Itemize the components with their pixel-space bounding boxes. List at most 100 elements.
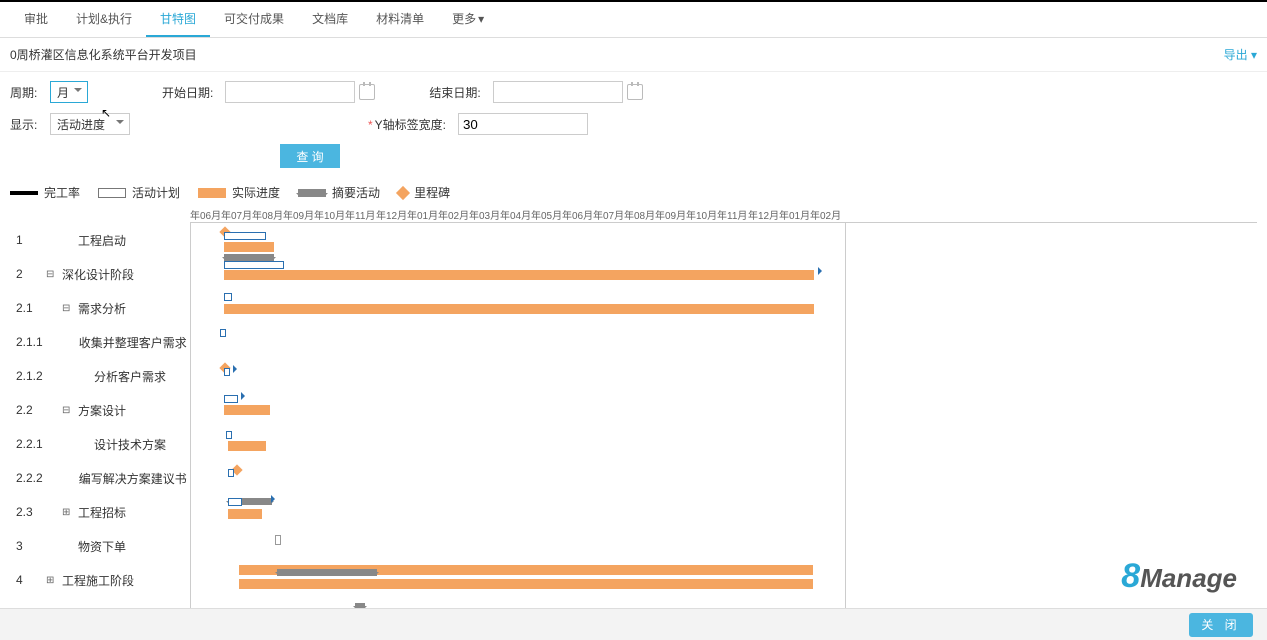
tab-deliverable[interactable]: 可交付成果 — [210, 1, 298, 37]
row-number: 2 — [10, 267, 46, 281]
plot-row — [191, 325, 845, 359]
bar-actual — [239, 579, 813, 589]
bar-plan — [224, 261, 284, 269]
plot-row — [191, 563, 845, 597]
tab-more[interactable]: 更多▾ — [438, 1, 498, 37]
plot-row — [191, 393, 845, 427]
export-link[interactable]: 导出 ▾ — [1224, 38, 1257, 72]
bar-plan — [228, 498, 242, 506]
legend-completion: 完工率 — [44, 184, 80, 201]
tab-materials[interactable]: 材料清单 — [362, 1, 438, 37]
arrow-icon — [233, 365, 241, 373]
timeline-tick: 年04月 — [500, 207, 531, 222]
plot-row — [191, 223, 845, 257]
logo-rest: Manage — [1140, 563, 1237, 593]
plot-row — [191, 495, 845, 529]
legend-plan: 活动计划 — [132, 184, 180, 201]
expand-icon[interactable]: ⊞ — [62, 507, 74, 518]
timeline-tick: 年11月 — [717, 207, 748, 222]
collapse-icon[interactable]: ⊟ — [46, 269, 58, 280]
row-label: 需求分析 — [74, 300, 134, 317]
bar-actual — [224, 304, 814, 314]
period-label: 周期: — [10, 84, 38, 101]
row-number: 2.2.1 — [10, 437, 46, 451]
timeline-tick: 年11月 — [345, 207, 376, 222]
row-label: 工程施工阶段 — [58, 572, 142, 589]
legend-completion-icon — [10, 191, 38, 195]
close-button[interactable]: 关 闭 — [1189, 613, 1253, 637]
display-select[interactable]: 活动进度 — [50, 113, 130, 135]
plot-row — [191, 461, 845, 495]
collapse-icon[interactable]: ⊟ — [62, 405, 74, 416]
timeline-tick: 年02月 — [810, 207, 841, 222]
bar-actual — [228, 509, 262, 519]
query-button[interactable]: 查 询 — [280, 144, 340, 168]
bar-plan — [220, 329, 226, 337]
start-date-label: 开始日期: — [162, 84, 213, 101]
legend-milestone-icon — [396, 185, 410, 199]
logo-eight: 8 — [1121, 557, 1140, 595]
timeline-tick: 年06月 — [190, 207, 221, 222]
arrow-icon — [271, 495, 279, 503]
timeline-tick: 年01月 — [407, 207, 438, 222]
start-date-input[interactable] — [225, 81, 355, 103]
legend: 完工率 活动计划 实际进度 摘要活动 里程碑 — [0, 180, 1267, 207]
bar-plan — [224, 293, 232, 301]
tab-plan-exec[interactable]: 计划&执行 — [62, 1, 146, 37]
row-label: 物资下单 — [74, 538, 134, 555]
collapse-icon[interactable]: ⊟ — [62, 303, 74, 314]
legend-actual: 实际进度 — [232, 184, 280, 201]
legend-actual-icon — [198, 188, 226, 198]
expand-icon[interactable]: ⊞ — [46, 575, 58, 586]
row-label: 收集并整理客户需求 — [75, 334, 195, 351]
legend-summary: 摘要活动 — [332, 184, 380, 201]
bar-plan — [226, 431, 232, 439]
arrow-icon — [241, 392, 249, 400]
row-label: 编写解决方案建议书 — [75, 470, 195, 487]
timeline-tick: 年01月 — [779, 207, 810, 222]
bar-plan — [228, 469, 234, 477]
arrow-icon — [818, 267, 826, 275]
plot-row — [191, 257, 845, 291]
timeline-tick: 年07月 — [593, 207, 624, 222]
tab-docs[interactable]: 文档库 — [298, 1, 362, 37]
footer: 关 闭 — [0, 608, 1267, 640]
timeline-tick: 年02月 — [438, 207, 469, 222]
row-number: 2.1.2 — [10, 369, 46, 383]
timeline-tick: 年12月 — [376, 207, 407, 222]
row-number: 2.1.1 — [10, 335, 43, 349]
row-label: 工程招标 — [74, 504, 134, 521]
row-label: 设计技术方案 — [90, 436, 174, 453]
row-number: 3 — [10, 539, 46, 553]
calendar-icon[interactable] — [627, 84, 643, 100]
plot-row — [191, 427, 845, 461]
chevron-down-icon: ▾ — [1251, 48, 1257, 62]
ylabel-input[interactable] — [458, 113, 588, 135]
timeline-tick: 年05月 — [531, 207, 562, 222]
bar-plan — [224, 395, 238, 403]
timeline-tick: 年09月 — [283, 207, 314, 222]
legend-milestone: 里程碑 — [414, 184, 450, 201]
logo: 8Manage — [1121, 557, 1237, 596]
export-label: 导出 — [1224, 48, 1248, 62]
period-select[interactable]: 月 — [50, 81, 88, 103]
end-date-input[interactable] — [493, 81, 623, 103]
tab-approve[interactable]: 审批 — [10, 1, 62, 37]
project-title: 0周桥灌区信息化系统平台开发项目 — [10, 38, 197, 72]
ylabel-label: Y轴标签宽度: — [375, 118, 446, 132]
row-number: 4 — [10, 573, 46, 587]
plot-row — [191, 291, 845, 325]
timeline-tick: 年10月 — [314, 207, 345, 222]
end-date-label: 结束日期: — [429, 84, 480, 101]
timeline-tick: 年08月 — [252, 207, 283, 222]
tab-gantt[interactable]: 甘特图 — [146, 1, 210, 37]
bar-summary — [277, 569, 377, 576]
bar-plan — [224, 368, 230, 376]
bar-actual — [224, 270, 814, 280]
timeline-tick: 年08月 — [624, 207, 655, 222]
timeline-tick: 年09月 — [655, 207, 686, 222]
row-number: 2.1 — [10, 301, 46, 315]
bar-actual — [224, 405, 270, 415]
timeline-tick: 年10月 — [686, 207, 717, 222]
calendar-icon[interactable] — [359, 84, 375, 100]
